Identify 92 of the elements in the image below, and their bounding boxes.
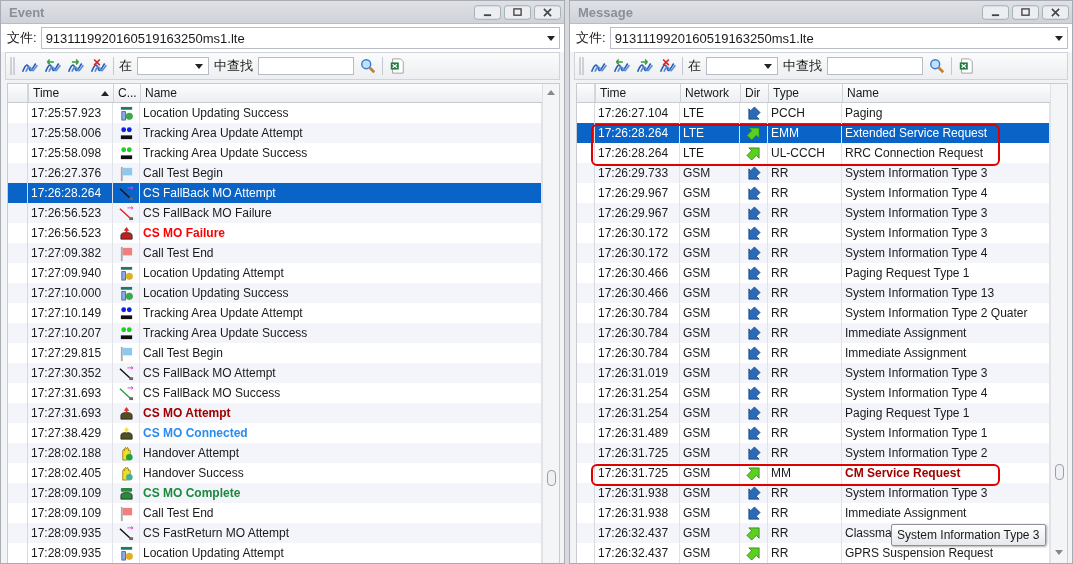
minimize-icon[interactable] [982, 4, 1009, 20]
telephone-icon [118, 405, 134, 421]
event-row[interactable]: 17:28:09.935 CS FastReturn MO Attempt [8, 523, 542, 543]
event-row[interactable]: 17:27:09.382 Call Test End [8, 243, 542, 263]
message-row[interactable]: 17:26:31.725 GSM RR System Information Type 2 [577, 443, 1050, 463]
search-icon[interactable] [359, 58, 377, 74]
flag-icon [118, 505, 134, 521]
caret-icon [195, 63, 203, 69]
event-row[interactable]: 17:27:30.352 CS FallBack MO Attempt [8, 363, 542, 383]
event-row[interactable]: 17:28:02.188 Handover Attempt [8, 443, 542, 463]
time-cell: 17:26:32.437 [595, 543, 680, 563]
squiggle-forward-icon[interactable] [636, 58, 654, 74]
in-label: 在 [688, 57, 701, 75]
grip-icon [579, 57, 585, 75]
search-field[interactable] [827, 57, 923, 75]
find-label: 中查找 [783, 57, 822, 75]
message-row[interactable]: 17:26:31.938 GSM RR System Information Type 3 [577, 483, 1050, 503]
window-title: Event [9, 4, 45, 20]
close-icon[interactable] [1042, 4, 1069, 20]
maximize-icon[interactable] [504, 4, 531, 20]
file-dropdown[interactable]: 9131119920160519163250ms1.lte [609, 27, 1068, 49]
file-label: 文件: [7, 29, 37, 47]
squiggle-forward-icon[interactable] [67, 58, 85, 74]
file-name: 9131119920160519163250ms1.lte [614, 30, 814, 46]
event-row[interactable]: 17:26:56.523 CS FallBack MO Failure [8, 203, 542, 223]
message-row[interactable]: 17:26:30.466 GSM RR System Information Type 13 [577, 283, 1050, 303]
flag-icon [118, 345, 134, 361]
time-cell: 17:28:09.935 [28, 543, 113, 563]
spreadsheet-icon[interactable] [388, 58, 406, 74]
event-row[interactable]: 17:27:10.000 Location Updating Success [8, 283, 542, 303]
in-label: 在 [119, 57, 132, 75]
diagonal-arrow-icon [118, 365, 134, 381]
minimize-icon[interactable] [474, 4, 501, 20]
message-row[interactable]: 17:26:30.172 GSM RR System Information Type 4 [577, 243, 1050, 263]
event-row[interactable]: 17:28:09.109 CS MO Complete [8, 483, 542, 503]
diagonal-arrow-icon [118, 205, 134, 221]
caret-icon [547, 35, 555, 41]
squiggle-remove-icon[interactable] [659, 58, 677, 74]
event-row[interactable]: 17:27:10.207 Tracking Area Update Success [8, 323, 542, 343]
dots-icon [118, 125, 134, 141]
dots-icon [118, 305, 134, 321]
diagonal-arrow-icon [118, 525, 134, 541]
message-row[interactable]: 17:26:29.733 GSM RR System Information Type 3 [577, 163, 1050, 183]
window-title: Message [578, 4, 633, 20]
scrollbar-thumb[interactable] [1055, 464, 1064, 480]
flag-icon [118, 245, 134, 261]
scrollbar[interactable] [1050, 84, 1067, 563]
caret-icon [1055, 35, 1063, 41]
event-row[interactable]: 17:26:28.264 CS FallBack MO Attempt [8, 183, 542, 203]
squiggle-back-icon[interactable] [44, 58, 62, 74]
file-name: 9131119920160519163250ms1.lte [45, 30, 245, 46]
message-row[interactable]: 17:26:30.784 GSM RR Immediate Assignment [577, 323, 1050, 343]
network-cell: GSM [680, 543, 740, 563]
search-field[interactable] [258, 57, 354, 75]
telephone-icon [118, 485, 134, 501]
column-header[interactable]: Network [680, 84, 740, 102]
file-dropdown[interactable]: 9131119920160519163250ms1.lte [40, 27, 560, 49]
scrollbar-thumb[interactable] [547, 470, 556, 486]
message-row[interactable]: 17:26:31.254 GSM RR Paging Request Type 1 [577, 403, 1050, 423]
type-cell: RR [768, 543, 842, 563]
event-row[interactable]: 17:27:31.693 CS MO Attempt [8, 403, 542, 423]
spreadsheet-icon[interactable] [957, 58, 975, 74]
caret-icon [764, 63, 772, 69]
message-row[interactable]: 17:26:31.019 GSM RR System Information Type 3 [577, 363, 1050, 383]
event-row[interactable]: 17:26:27.376 Call Test Begin [8, 163, 542, 183]
close-icon[interactable] [534, 4, 561, 20]
message-row[interactable]: 17:26:29.967 GSM RR System Information Type 3 [577, 203, 1050, 223]
telephone-icon [118, 425, 134, 441]
squiggle-remove-icon[interactable] [90, 58, 108, 74]
telephone-icon [118, 225, 134, 241]
flag-icon [118, 165, 134, 181]
column-header[interactable]: Dir [740, 84, 768, 102]
tooltip: System Information Type 3 [891, 524, 1046, 546]
scrollbar[interactable] [542, 84, 559, 563]
grip-icon [10, 57, 16, 75]
diagonal-arrow-icon [118, 185, 134, 201]
scroll-down-icon[interactable] [1055, 550, 1063, 555]
dots-icon [118, 145, 134, 161]
column-header[interactable]: C... [113, 84, 140, 102]
search-icon[interactable] [928, 58, 946, 74]
column-header[interactable]: Time [595, 84, 680, 102]
column-header[interactable]: Type [768, 84, 842, 102]
find-label: 中查找 [214, 57, 253, 75]
event-row[interactable]: 17:25:58.006 Tracking Area Update Attempt [8, 123, 542, 143]
squiggle-back-icon[interactable] [613, 58, 631, 74]
dots-icon [118, 325, 134, 341]
maximize-icon[interactable] [1012, 4, 1039, 20]
scroll-up-icon[interactable] [547, 90, 555, 95]
message-row[interactable]: 17:26:28.264 LTE EMM Extended Service Request [577, 123, 1050, 143]
column-header[interactable]: Time [28, 84, 113, 102]
file-label: 文件: [576, 29, 606, 47]
diagonal-arrow-icon [118, 385, 134, 401]
